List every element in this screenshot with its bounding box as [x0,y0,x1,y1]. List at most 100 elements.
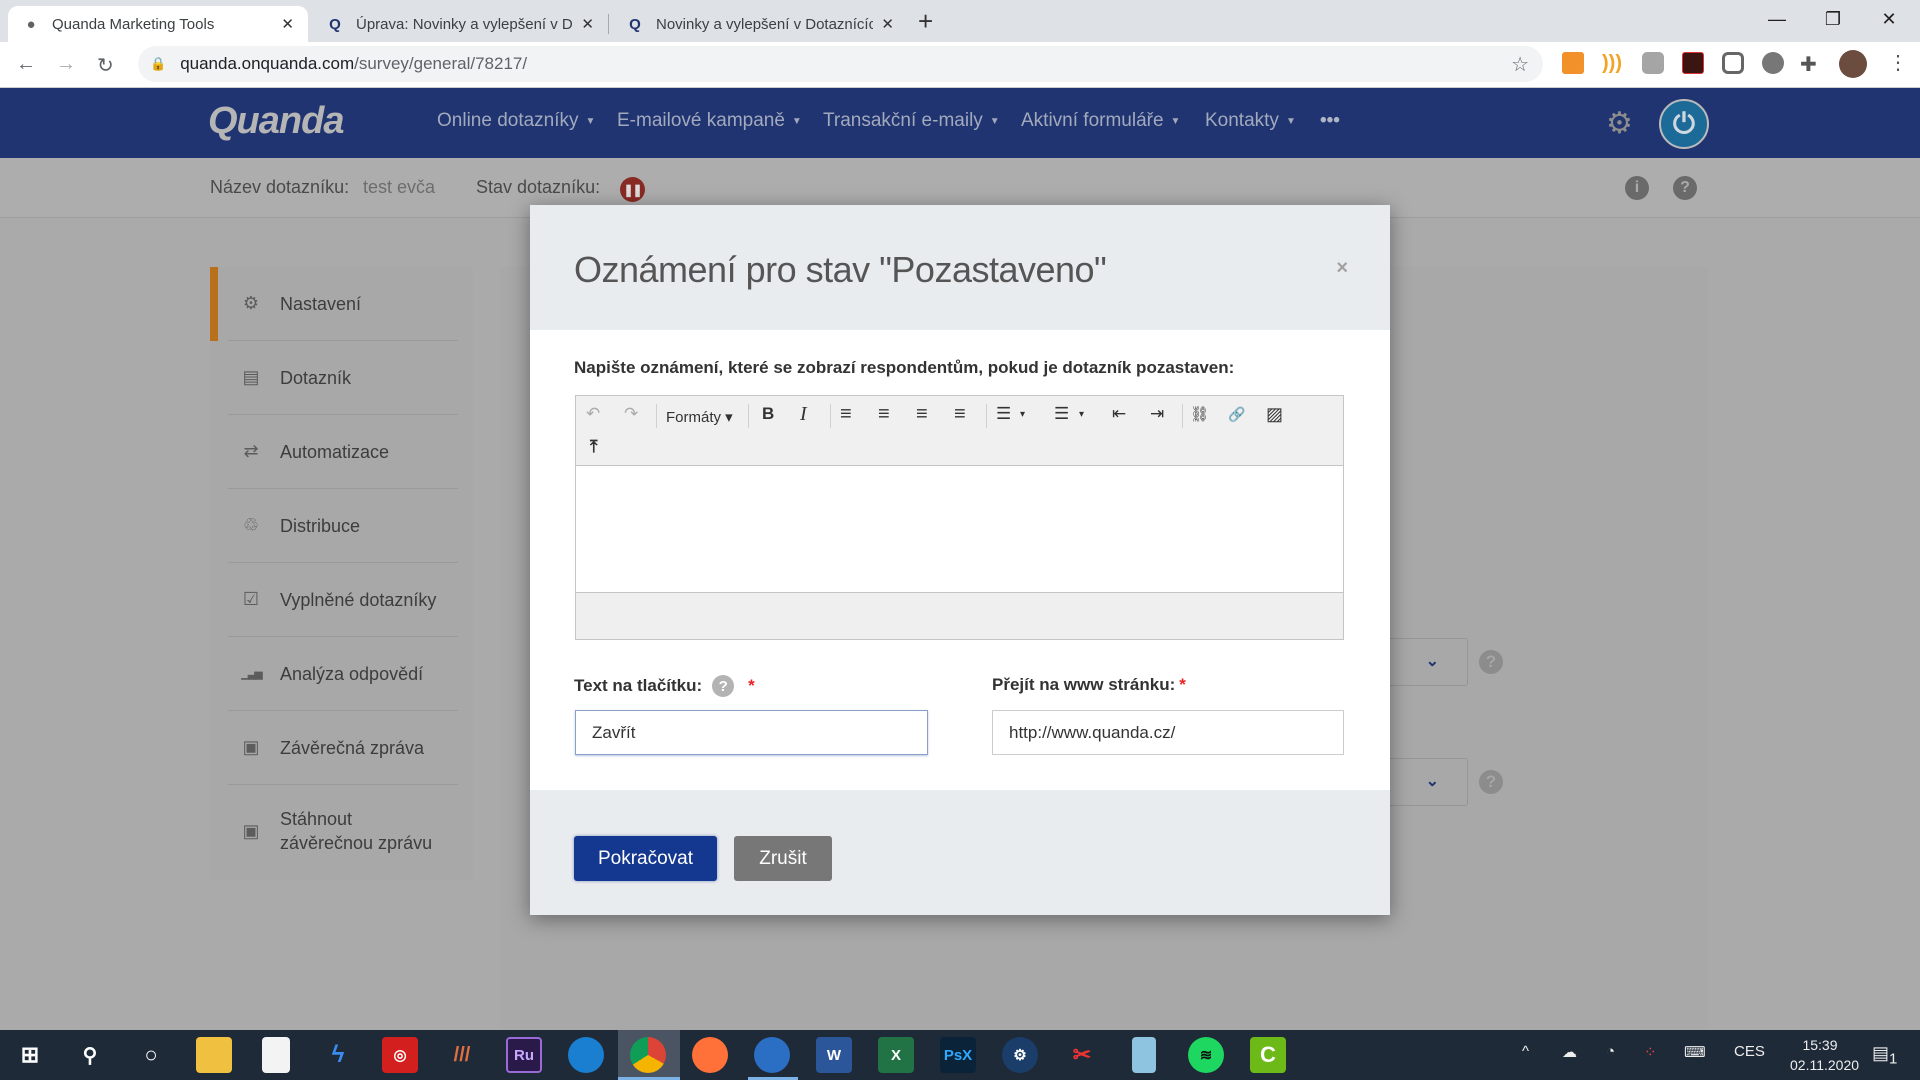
chrome-icon[interactable] [630,1037,666,1073]
minimize-button[interactable]: — [1754,0,1800,38]
firefox-icon[interactable] [692,1037,728,1073]
close-tab-icon[interactable]: ✕ [581,15,594,33]
close-tab-icon[interactable]: ✕ [881,15,894,33]
forward-icon[interactable]: → [56,53,76,76]
align-right-icon[interactable]: ≡ [916,401,928,427]
thunderbird-icon[interactable] [754,1037,790,1073]
camtasia-icon[interactable]: C [1250,1037,1286,1073]
notifications-icon[interactable]: ▤1 [1872,1043,1897,1068]
button-text-input[interactable]: Zavřít [575,710,928,755]
menu-aktivni-formulare[interactable]: Aktivní formuláře ▼ [1021,110,1180,132]
sidebar-item-analyza-odpovedi[interactable]: ▁▃▅ Analýza odpovědí [228,637,458,711]
acrobat-extension-icon[interactable] [1682,52,1704,74]
sidebar-item-dotaznik[interactable]: ▤ Dotazník [228,341,458,415]
indent-icon[interactable]: ⇥ [1150,401,1164,427]
bullet-list-caret-icon[interactable]: ▾ [1020,401,1025,427]
steam-icon[interactable]: ⚙ [1002,1037,1038,1073]
more-menu-icon[interactable]: ••• [1320,110,1340,132]
notepad-icon[interactable] [1132,1037,1156,1073]
close-icon[interactable]: × [1336,257,1348,280]
align-center-icon[interactable]: ≡ [878,401,890,427]
background-help-icon[interactable]: ? [1479,770,1503,794]
background-select[interactable]: ⌄ [1380,638,1468,686]
close-window-button[interactable]: ✕ [1866,0,1912,38]
tab-uprava-novinky[interactable]: Q Úprava: Novinky a vylepšení v Dotazníc… [312,6,608,42]
continue-button[interactable]: Pokračovat [574,836,717,881]
rss-extension-icon[interactable]: ))) [1602,52,1624,74]
onedrive-icon[interactable]: ☁ [1562,1043,1577,1061]
word-icon[interactable]: W [816,1037,852,1073]
clock[interactable]: 15:39 02.11.2020 [1790,1035,1859,1075]
tray-chevron-icon[interactable]: ^ [1522,1043,1529,1060]
insert-upload-icon[interactable]: ⤒ [590,434,598,460]
pocket-extension-icon[interactable] [1722,52,1744,74]
info-icon[interactable]: i [1625,176,1649,200]
sidebar-item-zaverecna-zprava[interactable]: ▣ Závěrečná zpráva [228,711,458,785]
url-input[interactable]: 🔒 quanda.onquanda.com/survey/general/782… [138,46,1543,82]
windows-start-icon[interactable]: ⊞ [12,1037,48,1073]
image-icon[interactable]: ▨ [1266,401,1283,427]
menu-transakcni-emaily[interactable]: Transakční e-maily ▼ [823,110,1000,132]
outdent-icon[interactable]: ⇤ [1112,401,1126,427]
bold-icon[interactable]: B [762,401,774,427]
edge-icon[interactable] [568,1037,604,1073]
excel-icon[interactable]: X [878,1037,914,1073]
sidebar-item-distribuce[interactable]: ♲ Distribuce [228,489,458,563]
new-tab-button[interactable]: + [918,6,933,37]
photoshop-express-icon[interactable]: PsX [940,1037,976,1073]
redo-icon[interactable]: ↷ [624,401,638,427]
maximize-button[interactable]: ❐ [1810,0,1856,38]
align-justify-icon[interactable]: ≡ [954,401,966,427]
network-error-icon[interactable]: ⁘ [1644,1043,1657,1061]
menu-emailove-kampane[interactable]: E-mailové kampaně ▼ [617,110,802,132]
tab-quanda-marketing-tools[interactable]: ● Quanda Marketing Tools ✕ [8,6,308,42]
language-indicator[interactable]: CES [1734,1043,1765,1060]
analytics-extension-icon[interactable] [1562,52,1584,74]
paused-status-icon[interactable]: ❚❚ [620,177,645,202]
back-icon[interactable]: ← [16,53,36,76]
close-tab-icon[interactable]: ✕ [281,15,294,33]
wifi-icon[interactable]: ◔ [1606,1043,1615,1060]
menu-online-dotazniky[interactable]: Online dotazníky ▼ [437,110,595,132]
help-icon[interactable]: ? [1673,176,1697,200]
settings-gear-icon[interactable]: ⚙ [1606,106,1633,141]
stripes-app-icon[interactable]: /// [444,1037,480,1073]
circle-extension-icon[interactable] [1762,52,1784,74]
numbered-list-caret-icon[interactable]: ▾ [1079,401,1084,427]
quanda-logo[interactable]: Quanda [208,100,344,143]
profile-avatar[interactable] [1839,50,1867,78]
logout-power-icon[interactable]: ⏻ [1659,99,1709,149]
numbered-list-icon[interactable]: ☰ [1054,401,1069,427]
extensions-puzzle-icon[interactable]: ✚ [1800,52,1822,76]
keyboard-icon[interactable]: ⌨ [1684,1043,1706,1061]
sidebar-item-vyplnene-dotazniky[interactable]: ☑ Vyplněné dotazníky [228,563,458,637]
background-help-icon[interactable]: ? [1479,650,1503,674]
help-icon[interactable]: ? [712,675,735,697]
sidebar-item-automatizace[interactable]: ⇄ Automatizace [228,415,458,489]
align-left-icon[interactable]: ≡ [840,401,852,427]
chrome-menu-icon[interactable]: ⋮ [1888,50,1908,75]
spotify-icon[interactable]: ≋ [1188,1037,1224,1073]
camera-extension-icon[interactable] [1642,52,1664,74]
link-icon[interactable]: 🔗 [1228,401,1245,427]
sidebar-item-stahnout-zpravu[interactable]: ▣ Stáhnout závěrečnou zprávu [228,785,458,877]
reload-icon[interactable]: ↻ [97,53,114,78]
italic-icon[interactable]: I [800,401,807,427]
editor-content-area[interactable] [576,466,1343,592]
ms-store-icon[interactable] [262,1037,290,1073]
cancel-button[interactable]: Zrušit [734,836,832,881]
creative-cloud-icon[interactable]: ◎ [382,1037,418,1073]
tab-novinky[interactable]: Q Novinky a vylepšení v Dotaznících ✕ [612,6,908,42]
search-icon[interactable]: ⚲ [72,1037,108,1073]
url-input-field[interactable]: http://www.quanda.cz/ [992,710,1344,755]
blue-app-icon[interactable]: ϟ [320,1037,356,1073]
adobe-rush-icon[interactable]: Ru [506,1037,542,1073]
menu-kontakty[interactable]: Kontakty ▼ [1205,110,1296,132]
bookmark-star-icon[interactable]: ☆ [1511,52,1529,77]
bullet-list-icon[interactable]: ☰ [996,401,1011,427]
cortana-icon[interactable]: ○ [133,1037,169,1073]
snipping-tool-icon[interactable]: ✂ [1064,1037,1100,1073]
unlink-icon[interactable]: ⛓ [1190,401,1209,427]
formats-dropdown[interactable]: Formáty ▾ [666,404,733,430]
undo-icon[interactable]: ↶ [586,401,600,427]
